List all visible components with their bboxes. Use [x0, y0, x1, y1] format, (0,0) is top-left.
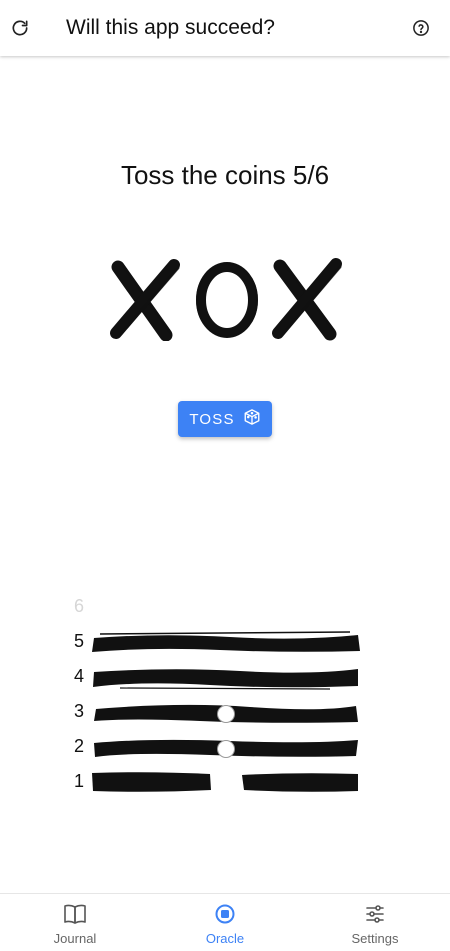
changing-line-marker [217, 740, 235, 758]
hexagram-line-6: 6 [0, 592, 450, 622]
line-number: 4 [73, 666, 84, 686]
nav-label: Journal [53, 931, 97, 946]
nav-journal[interactable]: Journal [0, 894, 150, 951]
yin-line [92, 772, 358, 792]
line-number: 2 [73, 736, 84, 756]
bottom-navigation: Journal Oracle Settings [0, 893, 450, 951]
hexagram-line-1: 1 [0, 767, 450, 797]
line-number: 5 [73, 631, 84, 651]
nav-label: Oracle [205, 931, 245, 946]
yang-line [92, 631, 360, 652]
toss-heading: Toss the coins 5/6 [120, 160, 330, 190]
hexagram-line-4: 4 [0, 662, 450, 692]
page-title: Will this app succeed? [66, 16, 275, 39]
sliders-icon [364, 903, 386, 928]
hexagram-line-5: 5 [0, 627, 450, 657]
line-number: 6 [73, 596, 84, 616]
yang-line [93, 669, 358, 690]
oracle-icon [214, 903, 236, 928]
book-icon [63, 903, 87, 928]
nav-settings[interactable]: Settings [300, 894, 450, 951]
toss-button-label: TOSS [189, 410, 235, 428]
app-bar: Will this app succeed? [0, 0, 450, 56]
line-number: 1 [73, 771, 84, 791]
help-circle-icon[interactable] [401, 8, 441, 48]
refresh-icon[interactable] [0, 8, 40, 48]
coin-o-icon [196, 262, 258, 338]
coin-x-icon [110, 259, 180, 341]
coin-x-icon [272, 258, 342, 341]
hexagram-line-3: 3 [0, 697, 450, 727]
nav-oracle[interactable]: Oracle [150, 894, 300, 951]
hexagram-line-2: 2 [0, 732, 450, 762]
coin-results [110, 258, 342, 341]
changing-line-marker [217, 705, 235, 723]
toss-button[interactable]: TOSS [178, 401, 272, 437]
cube-icon [243, 408, 261, 430]
line-number: 3 [73, 701, 84, 721]
nav-label: Settings [351, 931, 399, 946]
